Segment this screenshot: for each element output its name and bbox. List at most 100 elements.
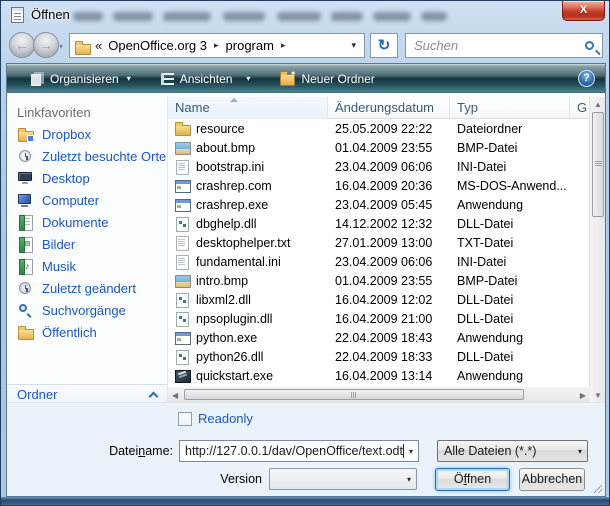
open-button[interactable]: Öffnen — [435, 468, 510, 491]
file-date-cell: 16.04.2009 20:36 — [328, 179, 450, 193]
scroll-left-icon[interactable]: ◀ — [172, 391, 178, 400]
column-header-name-label: Name — [175, 100, 210, 115]
table-row[interactable]: desktophelper.txt27.01.2009 13:00TXT-Dat… — [168, 233, 590, 252]
sidebar-item-bilder[interactable]: Bilder — [7, 233, 167, 255]
table-row[interactable]: crashrep.exe23.04.2009 05:45Anwendung — [168, 195, 590, 214]
help-button[interactable]: ? — [578, 70, 595, 87]
sidebar-item-desktop[interactable]: Desktop — [7, 167, 167, 189]
table-row[interactable]: about.bmp01.04.2009 23:55BMP-Datei — [168, 138, 590, 157]
file-date-cell: 27.01.2009 13:00 — [328, 236, 450, 250]
ini-file-icon — [175, 159, 190, 174]
title-bar[interactable]: Öffnen X — [1, 1, 610, 29]
searches-icon — [17, 302, 34, 318]
breadcrumb-dropdown-icon[interactable]: ▾ — [351, 40, 360, 51]
version-select[interactable]: ▾ — [269, 468, 417, 490]
filetype-select[interactable]: Alle Dateien (*.*) ▾ — [437, 440, 588, 462]
forward-button[interactable]: → — [33, 32, 59, 58]
music-icon: ♪ — [17, 258, 34, 274]
column-header-date[interactable]: Änderungsdatum — [328, 97, 450, 119]
sidebar-item-suchvorg-nge[interactable]: Suchvorgänge — [7, 299, 167, 321]
dialog-title: Öffnen — [31, 7, 70, 22]
file-type-cell: INI-Datei — [450, 255, 570, 269]
history-dropdown-icon[interactable]: ▾ — [59, 42, 63, 51]
file-name-cell: bootstrap.ini — [168, 159, 328, 174]
file-type-cell: Dateiordner — [450, 122, 570, 136]
views-button[interactable]: Ansichten ▾ — [153, 67, 259, 91]
breadcrumb-collapse[interactable]: « — [91, 38, 108, 53]
scroll-right-icon[interactable]: ▶ — [580, 391, 586, 400]
sidebar-item-label: Musik — [42, 259, 76, 274]
filename-label-c: ame: — [145, 444, 173, 458]
file-name-cell: crashrep.com — [168, 178, 328, 193]
file-date-cell: 01.04.2009 23:55 — [328, 274, 450, 288]
table-row[interactable]: fundamental.ini23.04.2009 06:06INI-Datei — [168, 252, 590, 271]
file-type-cell: Anwendung — [450, 369, 570, 383]
breadcrumb-separator-icon[interactable]: ▸ — [274, 40, 293, 51]
file-rows: resource25.05.2009 22:22Dateiordnerabout… — [168, 119, 590, 387]
readonly-checkbox[interactable] — [178, 412, 192, 426]
vertical-scrollbar-thumb[interactable] — [592, 112, 604, 217]
table-row[interactable]: python.exe22.04.2009 18:43Anwendung — [168, 328, 590, 347]
back-button[interactable]: ← — [9, 32, 35, 58]
file-name: libxml2.dll — [196, 293, 251, 307]
search-icon[interactable] — [585, 41, 594, 50]
computer-icon-part — [21, 205, 28, 207]
views-label: Ansichten — [180, 72, 233, 86]
computer-icon — [17, 192, 34, 208]
dll-icon — [175, 349, 190, 364]
new-folder-button[interactable]: Neuer Ordner — [272, 67, 382, 91]
version-dropdown-icon: ▾ — [402, 475, 416, 484]
dll-icon — [175, 311, 190, 326]
table-row[interactable]: bootstrap.ini23.04.2009 06:06INI-Datei — [168, 157, 590, 176]
scroll-up-icon[interactable]: ▲ — [590, 100, 606, 109]
scroll-down-icon[interactable]: ▼ — [590, 391, 606, 400]
cancel-button[interactable]: Abbrechen — [519, 468, 585, 491]
sidebar-item-dropbox[interactable]: Dropbox — [7, 123, 167, 145]
file-name-cell: about.bmp — [168, 140, 328, 155]
column-header-type[interactable]: Typ — [450, 97, 570, 119]
horizontal-scrollbar-thumb[interactable] — [184, 389, 524, 400]
table-row[interactable]: crashrep.com16.04.2009 20:36MS-DOS-Anwen… — [168, 176, 590, 195]
file-name: npsoplugin.dll — [196, 312, 272, 326]
breadcrumb[interactable]: « OpenOffice.org 3 ▸ program ▸ ▾ — [69, 33, 365, 58]
table-row[interactable]: python26.dll22.04.2009 18:33DLL-Datei — [168, 347, 590, 366]
sidebar-item-label: Computer — [42, 193, 99, 208]
sidebar-item-musik[interactable]: ♪ Musik — [7, 255, 167, 277]
resize-grip[interactable] — [593, 484, 602, 493]
breadcrumb-item-program[interactable]: program — [226, 38, 274, 53]
filename-dropdown-icon[interactable]: ▾ — [404, 447, 418, 456]
file-type-cell: INI-Datei — [450, 160, 570, 174]
chevron-down-icon: ▾ — [127, 74, 131, 83]
sidebar-item-dokumente[interactable]: Dokumente — [7, 211, 167, 233]
background-window-blur — [331, 12, 363, 21]
organize-button[interactable]: Organisieren ▾ — [23, 67, 139, 91]
file-name-cell: libxml2.dll — [168, 292, 328, 307]
folders-expander-button[interactable]: Ordner — [7, 384, 167, 403]
file-name-cell: intro.bmp — [168, 273, 328, 288]
vertical-scrollbar[interactable]: ▲ ▼ — [589, 97, 605, 402]
background-window-blur — [163, 12, 211, 21]
table-row[interactable]: intro.bmp01.04.2009 23:55BMP-Datei — [168, 271, 590, 290]
breadcrumb-item-openoffice[interactable]: OpenOffice.org 3 — [108, 38, 207, 53]
horizontal-scrollbar[interactable]: ◀ ▶ — [168, 387, 590, 402]
bmp-image-icon — [175, 140, 190, 155]
sidebar-item--ffentlich[interactable]: Öffentlich — [7, 321, 167, 343]
table-row[interactable]: libxml2.dll16.04.2009 12:02DLL-Datei — [168, 290, 590, 309]
sidebar-item-computer[interactable]: Computer — [7, 189, 167, 211]
table-row[interactable]: npsoplugin.dll16.04.2009 21:00DLL-Datei — [168, 309, 590, 328]
search-input[interactable]: Suchen — [405, 33, 603, 58]
refresh-button[interactable]: ↻ — [370, 33, 398, 58]
close-button[interactable]: X — [562, 1, 605, 21]
breadcrumb-separator-icon[interactable]: ▸ — [207, 40, 226, 51]
dialog-document-icon — [11, 7, 24, 23]
filename-input[interactable]: http://127.0.0.1/dav/OpenOffice/text.odt… — [179, 440, 419, 462]
column-header-size[interactable]: G — [570, 97, 590, 119]
sidebar-item-label: Desktop — [42, 171, 90, 186]
table-row[interactable]: dbghelp.dll14.12.2002 12:32DLL-Datei — [168, 214, 590, 233]
table-row[interactable]: resource25.05.2009 22:22Dateiordner — [168, 119, 590, 138]
table-row[interactable]: quickstart.exe16.04.2009 13:14Anwendung — [168, 366, 590, 385]
sidebar-item-zuletzt-ge-ndert[interactable]: Zuletzt geändert — [7, 277, 167, 299]
documents-icon — [17, 214, 34, 230]
sidebar-item-zuletzt-besuchte-orte[interactable]: Zuletzt besuchte Orte — [7, 145, 167, 167]
column-header-name[interactable]: Name — [168, 97, 328, 119]
